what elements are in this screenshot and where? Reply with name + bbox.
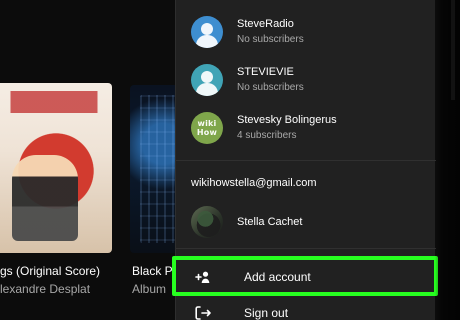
album-cover-1[interactable] (0, 83, 112, 253)
add-account-label: Add account (244, 270, 311, 284)
add-person-icon (192, 266, 214, 288)
google-account-row[interactable]: Stella Cachet (176, 197, 436, 247)
person-avatar-teal-icon (191, 64, 223, 96)
account-name: STEVIEVIE (237, 66, 294, 78)
person-avatar-blue-icon (191, 16, 223, 48)
sign-out-button[interactable]: Sign out (176, 292, 436, 320)
account-text: STEVIEVIE No subscribers (237, 66, 304, 94)
account-text: Stevesky Bolingerus 4 subscribers (237, 114, 337, 142)
album-cover-2-art (140, 95, 180, 243)
album-1-title[interactable]: gs (Original Score) (0, 264, 100, 278)
account-name: Stevesky Bolingerus (237, 114, 337, 126)
person-head (201, 71, 213, 83)
account-switcher-panel: SteveRadio No subscribers STEVIEVIE No s… (175, 0, 436, 320)
album-cover-1-title-art (2, 91, 106, 113)
photo-avatar-icon (191, 206, 223, 238)
album-2-title[interactable]: Black P (132, 264, 173, 278)
google-account-name: Stella Cachet (237, 215, 303, 228)
right-edge-bar (451, 0, 455, 100)
account-subscribers: 4 subscribers (237, 130, 297, 141)
sign-out-label: Sign out (244, 306, 289, 320)
album-cover-1-figure-art (12, 155, 78, 241)
album-1-artist[interactable]: lexandre Desplat (0, 282, 90, 296)
wikihow-avatar-icon: wiki How (191, 112, 223, 144)
person-body (196, 83, 218, 96)
account-row-stevesky-bolingerus[interactable]: wiki How Stevesky Bolingerus 4 subscribe… (176, 103, 436, 153)
account-text: SteveRadio No subscribers (237, 18, 304, 46)
account-email: wikihowstella@gmail.com (191, 177, 317, 189)
menu-divider (176, 160, 436, 161)
account-subscribers: No subscribers (237, 82, 304, 93)
sign-out-icon (192, 302, 214, 320)
album-2-subtitle[interactable]: Album (132, 282, 166, 296)
screen: gs (Original Score) lexandre Desplat Bla… (0, 0, 460, 320)
account-row-steveradio[interactable]: SteveRadio No subscribers (176, 7, 436, 57)
person-body (196, 35, 218, 48)
person-head (201, 23, 213, 35)
google-account-text: Stella Cachet (237, 216, 302, 229)
account-row-stevievie[interactable]: STEVIEVIE No subscribers (176, 55, 436, 105)
wikihow-mark: wiki How (196, 119, 218, 137)
account-subscribers: No subscribers (237, 34, 304, 45)
right-edge-shade (435, 0, 460, 320)
account-name: SteveRadio (237, 18, 294, 30)
menu-divider (176, 248, 436, 249)
